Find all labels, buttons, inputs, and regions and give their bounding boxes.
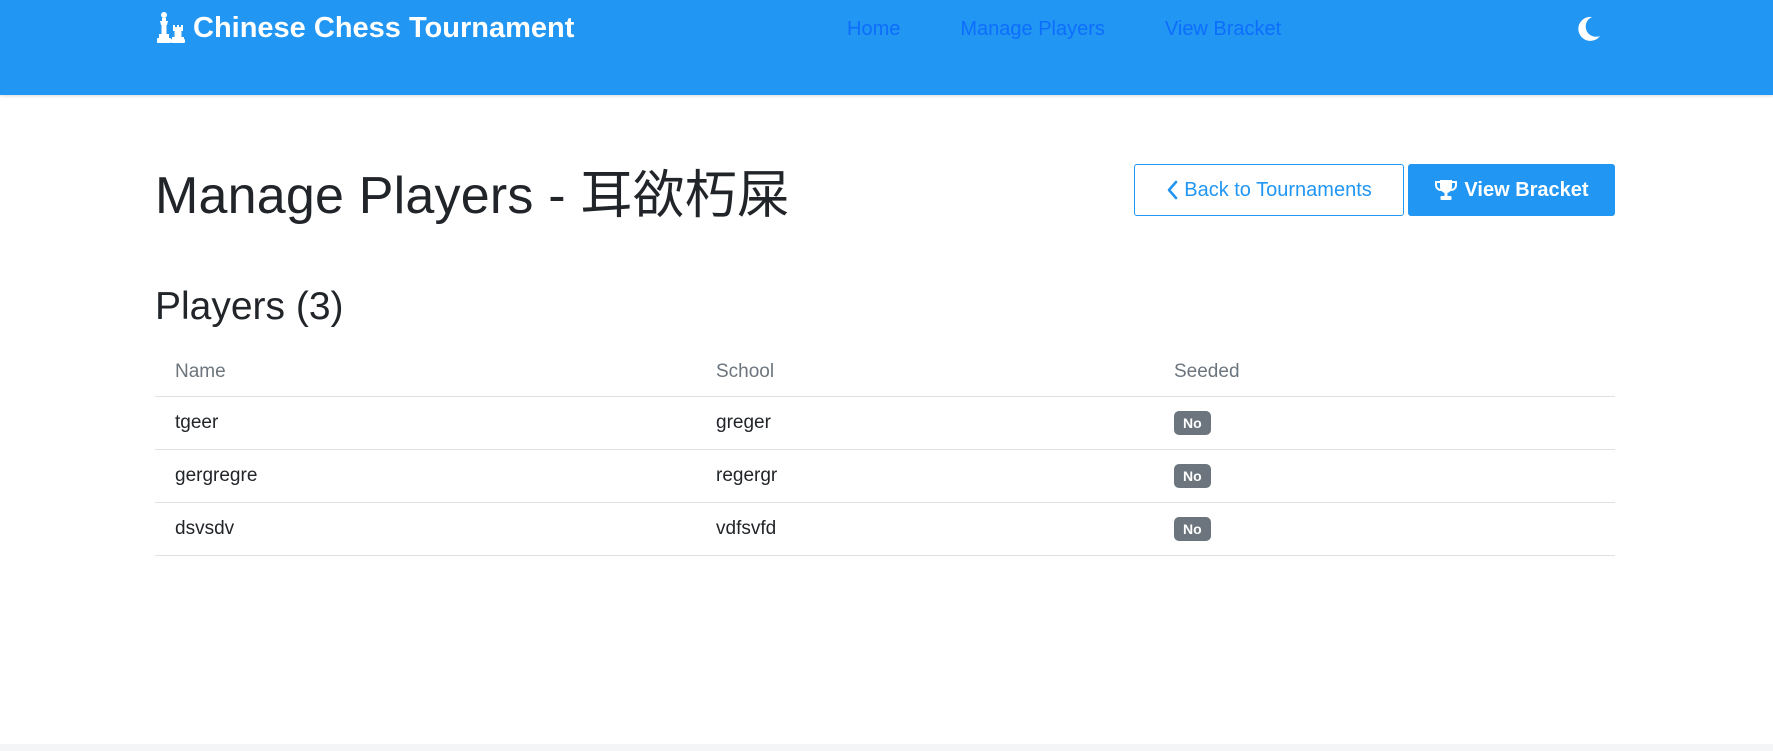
column-header-seeded: Seeded	[1154, 349, 1615, 397]
footer-strip	[0, 744, 1773, 751]
players-table: Name School Seeded tgeer greger No gergr…	[155, 349, 1615, 556]
nav-links: Home Manage Players View Bracket	[847, 18, 1281, 41]
player-school: greger	[696, 396, 1154, 450]
players-section-title: Players (3)	[155, 285, 344, 328]
seeded-badge: No	[1174, 410, 1211, 435]
table-header-row: Name School Seeded	[155, 349, 1615, 397]
player-school: regergr	[696, 449, 1154, 503]
navbar: Chinese Chess Tournament Home Manage Pla…	[0, 0, 1773, 95]
chess-pieces-icon	[157, 12, 185, 43]
column-header-school: School	[696, 349, 1154, 397]
seeded-badge: No	[1174, 516, 1211, 541]
player-seeded-cell: No	[1154, 449, 1615, 503]
brand-link[interactable]: Chinese Chess Tournament	[155, 11, 574, 45]
nav-link-home[interactable]: Home	[847, 18, 900, 41]
table-row: gergregre regergr No	[155, 449, 1615, 503]
brand-label: Chinese Chess Tournament	[193, 11, 575, 44]
chevron-left-icon	[1167, 180, 1178, 200]
moon-icon[interactable]	[1576, 15, 1602, 43]
view-bracket-button[interactable]: View Bracket	[1408, 164, 1615, 216]
trophy-icon	[1435, 180, 1458, 200]
view-bracket-label: View Bracket	[1464, 178, 1589, 201]
player-seeded-cell: No	[1154, 502, 1615, 556]
player-school: vdfsvfd	[696, 502, 1154, 556]
player-name: dsvsdv	[155, 502, 696, 556]
table-row: tgeer greger No	[155, 396, 1615, 450]
back-to-tournaments-label: Back to Tournaments	[1184, 178, 1372, 201]
page-title: Manage Players - 耳欲朽屎	[155, 167, 790, 225]
back-to-tournaments-button[interactable]: Back to Tournaments	[1134, 164, 1404, 216]
player-name: tgeer	[155, 396, 696, 450]
nav-link-view-bracket[interactable]: View Bracket	[1165, 18, 1281, 41]
nav-link-manage-players[interactable]: Manage Players	[960, 18, 1105, 41]
seeded-badge: No	[1174, 463, 1211, 488]
column-header-name: Name	[155, 349, 696, 397]
player-seeded-cell: No	[1154, 396, 1615, 450]
table-row: dsvsdv vdfsvfd No	[155, 502, 1615, 556]
player-name: gergregre	[155, 449, 696, 503]
